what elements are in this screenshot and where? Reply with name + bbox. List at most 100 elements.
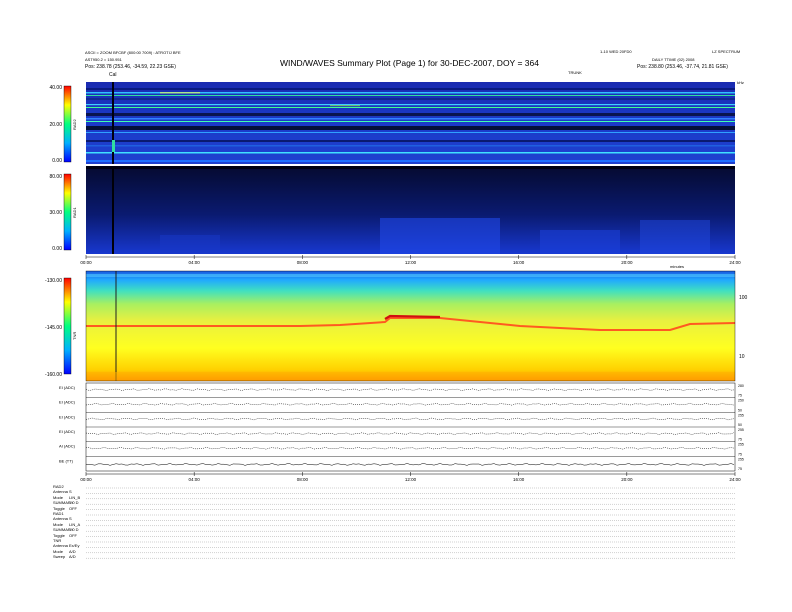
header-right-line1: DAILY TTIME (02) 2008	[652, 57, 695, 62]
info-key: Antenna	[53, 489, 68, 495]
info-value: Ex/Ey	[69, 543, 80, 549]
info-key: Antenna	[53, 543, 68, 549]
hk-right-tick: 250	[738, 399, 744, 403]
hk-right-tick: 280	[738, 384, 744, 388]
rad1-label: RAD1	[72, 207, 77, 218]
rad1-ytick: 80.00	[49, 174, 62, 180]
tnr-ytick: -160.00	[45, 372, 62, 378]
info-row: Toggle OFF	[53, 533, 83, 538]
info-row: Sweep A/D	[53, 554, 83, 559]
footer-dotted-lines	[86, 487, 735, 559]
info-row: SUMMARY1.0 D	[53, 527, 83, 532]
housekeeping-panel: EI (ADC) 28075EI (ADC) 25050EI (ADC) 25550E…	[59, 382, 744, 472]
time-tick-label: 12:00	[405, 260, 417, 265]
info-row: Mode LIN_B	[53, 495, 83, 500]
tnr-panel: TNR -130.00 -145.00 -160.00 100 10	[45, 270, 748, 382]
info-key: TNR	[53, 538, 62, 543]
rad2-ytick: 20.00	[49, 122, 62, 128]
hk-channel-label: EI (ADC)	[59, 414, 76, 419]
info-key: SUMMARY	[53, 500, 74, 506]
rad1-colorbar	[63, 173, 72, 251]
rad2-colorbar	[63, 85, 72, 163]
time-tick-label: 00:00	[80, 260, 92, 265]
tnr-colorbar	[63, 277, 72, 375]
time-tick-label: 04:00	[189, 260, 201, 265]
info-row: SUMMARY1.0 D	[53, 500, 83, 505]
time-tick-label: 20:00	[621, 477, 633, 482]
info-row: Mode A/D	[53, 549, 83, 554]
hk-right-tick: 255	[738, 457, 744, 461]
hk-channel-label: EI (ADC)	[59, 385, 76, 390]
rad2-spectrogram	[86, 82, 735, 164]
info-row: AntennaEx/Ey	[53, 543, 83, 548]
header-mid-label: TRUNK	[568, 70, 582, 75]
tnr-ytick: -145.00	[45, 325, 62, 331]
time-tick-label: 24:00	[729, 477, 741, 482]
rad1-ytick: 0.00	[52, 246, 62, 252]
time-tick-label: 00:00	[80, 477, 92, 482]
tnr-label: TNR	[72, 332, 77, 340]
summary-plot: RAD2 40.00 20.00 0.00 RAD1 80.00 30.00 0…	[45, 82, 748, 559]
info-value: LIN_B	[69, 494, 81, 500]
time-tick-label: 20:00	[621, 260, 633, 265]
info-value: S	[69, 516, 72, 522]
info-key: Mode	[53, 521, 64, 527]
hk-channel-label: EI (ADC)	[59, 429, 76, 434]
header-right-corner: kHz	[737, 80, 744, 85]
hk-right-tick: 75	[738, 438, 742, 442]
hk-right-tick: 255	[738, 413, 744, 417]
info-value: OFF	[69, 505, 77, 511]
hk-channel-label: EI (ADC)	[59, 400, 76, 405]
info-key: Antenna	[53, 516, 68, 522]
info-key: RAD1	[53, 511, 64, 516]
time-tick-label: 04:00	[189, 477, 201, 482]
time-tick-label: 16:00	[513, 477, 525, 482]
info-row: RAD1	[53, 511, 83, 516]
header-right-position: Pos: 238.80 (253.46, -37.74, 21.81 GSE)	[637, 64, 728, 70]
info-row: RAD2	[53, 484, 83, 489]
info-key: Mode	[53, 548, 64, 554]
tnr-axis-unit: minutes	[670, 264, 685, 269]
info-value: LIN_A	[69, 521, 81, 527]
hk-right-tick: 255	[738, 428, 744, 432]
info-row: AntennaS	[53, 516, 83, 521]
info-key: Sweep	[53, 554, 66, 560]
info-row: AntennaS	[53, 489, 83, 494]
hk-right-tick: 75	[738, 394, 742, 398]
time-tick-label: 08:00	[297, 260, 309, 265]
tnr-right-tick: 100	[739, 295, 748, 301]
info-key: Toggle	[53, 532, 65, 538]
info-value: A/D	[69, 554, 76, 560]
rad1-time-axis: 00:00 04:00 08:00 12:00 16:00 20:00 24:00	[80, 255, 741, 265]
info-value: A/D	[69, 548, 76, 554]
info-key: Toggle	[53, 505, 65, 511]
info-row: Mode LIN_A	[53, 522, 83, 527]
rad2-ytick: 40.00	[49, 85, 62, 91]
header-left-line1: ASCII = ZOOM BFCBF (800:00 7009) : ATROT…	[85, 50, 181, 55]
info-row: TNR	[53, 538, 83, 543]
cal-label: Cal	[109, 72, 117, 78]
hk-right-tick: 255	[738, 443, 744, 447]
time-tick-label: 12:00	[405, 477, 417, 482]
time-tick-label: 24:00	[729, 260, 741, 265]
hk-channel-label: BE (TT)	[59, 458, 74, 463]
header-center-small: 1-10 WED 20FD0	[600, 49, 632, 54]
rad1-ytick: 30.00	[49, 210, 62, 216]
info-value: 1.0 D	[69, 500, 79, 506]
rad2-label: RAD2	[72, 119, 77, 130]
time-tick-label: 08:00	[297, 477, 309, 482]
info-value: 1.0 D	[69, 527, 79, 533]
rad2-panel: RAD2 40.00 20.00 0.00	[49, 82, 735, 164]
rad1-panel: RAD1 80.00 30.00 0.00	[49, 166, 735, 254]
time-tick-label: 16:00	[513, 260, 525, 265]
rad2-ytick: 0.00	[52, 158, 62, 164]
info-key: SUMMARY	[53, 527, 74, 533]
hk-right-tick: 75	[738, 467, 742, 471]
page-title: WIND/WAVES Summary Plot (Page 1) for 30-…	[280, 58, 539, 68]
header-right-line0: LZ SPECTRUM	[712, 49, 741, 54]
info-key: RAD2	[53, 484, 64, 489]
hk-right-tick: 75	[738, 452, 742, 456]
hk-channel-label: AI (ADC)	[59, 444, 76, 449]
info-value: S	[69, 489, 72, 495]
info-row: Toggle OFF	[53, 506, 83, 511]
